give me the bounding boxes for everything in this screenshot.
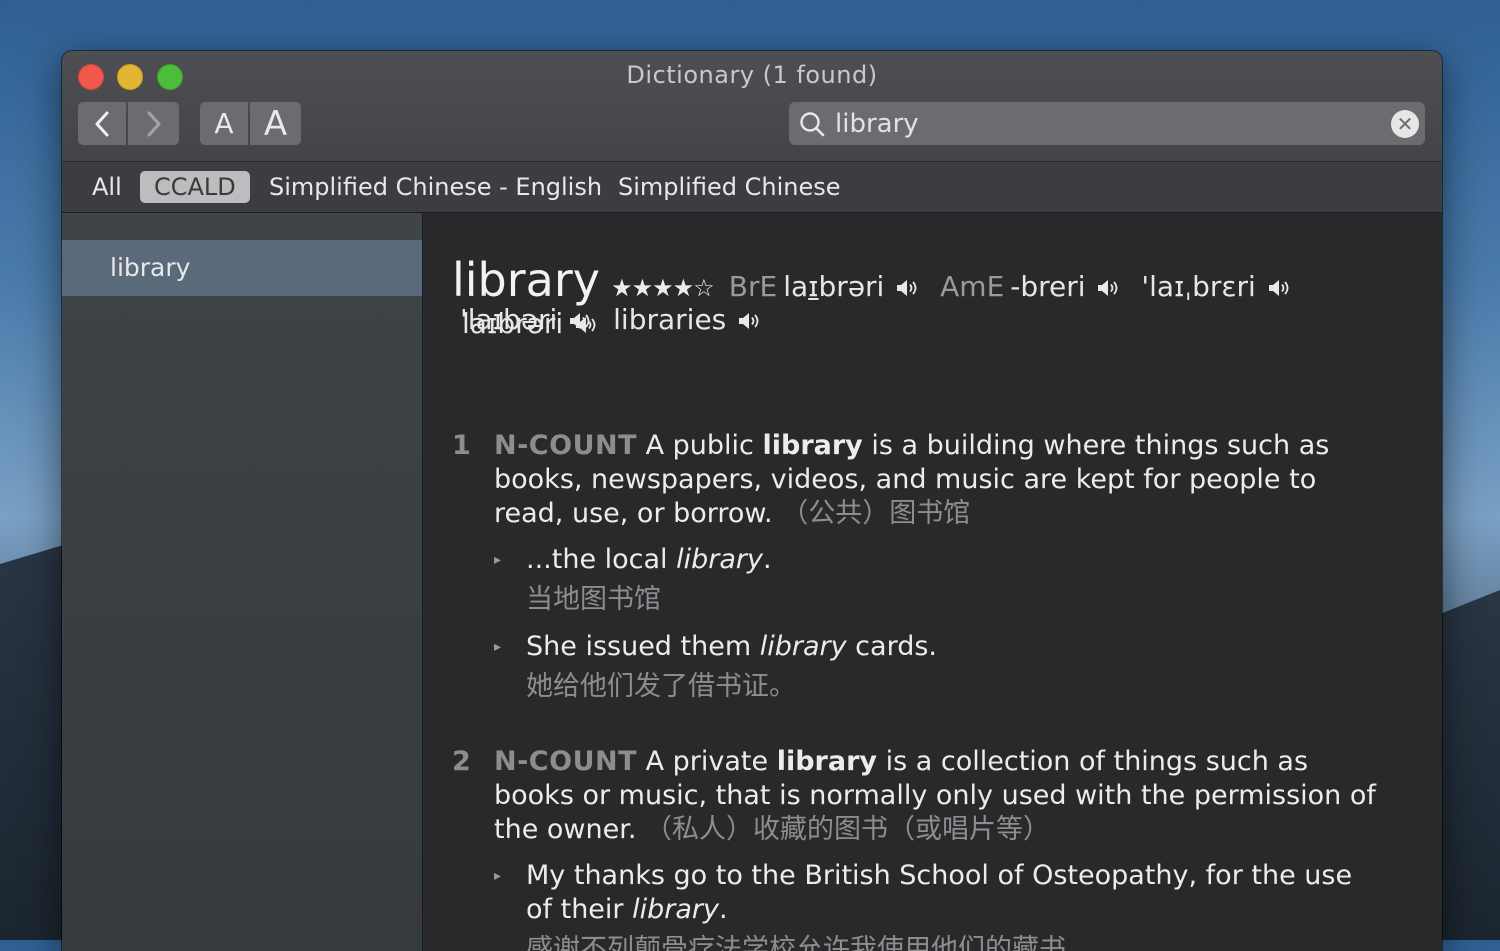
forward-button[interactable] [128,102,179,145]
definition-text: A private [645,746,777,777]
search-input[interactable] [835,102,1375,145]
example-part: . [763,544,772,575]
example-part: ...the local [526,544,677,575]
font-larger-button[interactable]: A [250,102,301,145]
speaker-icon[interactable] [1096,278,1122,298]
plural-form: libraries [613,303,763,336]
example-text: ...the local library. [526,543,1374,577]
speaker-icon[interactable] [895,278,921,298]
pronunciation-variant: 'laɪˌbrɛri [1141,270,1292,303]
tab-simplified-chinese[interactable]: Simplified Chinese [604,171,854,203]
sense-number: 2 [452,746,471,777]
window-title: Dictionary (1 found) [626,61,878,89]
dictionary-window: Dictionary (1 found) A A ✕ All CCALD Sim… [62,51,1442,951]
frequency-stars: ★★★★☆ [611,274,715,302]
pronunciation-ame: AmE -breri [940,270,1131,303]
example-part: She issued them [526,631,760,662]
speaker-icon[interactable] [568,311,594,331]
titlebar: Dictionary (1 found) A A ✕ [62,51,1442,162]
pronunciation-ipa-stress: ɪ [808,270,819,303]
definition-translation: （私人）收藏的图书（或唱片等） [645,814,1051,845]
pronunciation-ipa: 'laɪˌbrɛri [1141,270,1256,303]
headword: library [452,253,600,307]
chevron-right-icon [147,111,160,136]
tab-all[interactable]: All [78,171,136,203]
sidebar-item-label: library [110,253,191,282]
example-part: cards. [846,631,937,662]
pronunciation-label: AmE [940,270,1005,303]
dictionary-tab-bar: All CCALD Simplified Chinese - English S… [62,162,1442,213]
search-icon [800,112,825,137]
speaker-icon[interactable] [1267,278,1293,298]
sidebar-item-library[interactable]: library [62,240,422,296]
search-field[interactable]: ✕ [789,102,1425,145]
back-button[interactable] [78,102,126,145]
speaker-icon[interactable] [737,311,763,331]
pronunciation-variant: 'laɪbəri [460,303,603,336]
tab-ccald[interactable]: CCALD [140,171,250,203]
example-keyword: library [632,894,719,925]
clear-icon[interactable]: ✕ [1391,110,1419,138]
pronunciation-ipa-end: brəri [818,270,885,303]
example-keyword: library [676,544,764,575]
part-of-speech: N-COUNT [494,746,638,777]
example-1-1: ▸ ...the local library. 当地图书馆 [494,543,1374,617]
definition-text: A public [645,430,763,461]
example-translation: 当地图书馆 [526,584,661,615]
pronunciation-ipa: 'laɪbəri [460,303,558,336]
sense-1: 1 N-COUNT A public library is a building… [452,429,1392,531]
example-translation: 感谢不列颠骨疗法学校允许我使用他们的藏书。 [526,934,1093,951]
sense-definition: N-COUNT A public library is a building w… [494,429,1392,531]
plural-text: libraries [613,303,727,336]
chevron-left-icon [95,111,109,136]
example-translation: 她给他们发了借书证。 [526,671,796,702]
example-text: My thanks go to the British School of Os… [526,859,1374,927]
example-text: She issued them library cards. [526,630,1374,664]
font-smaller-button[interactable]: A [200,102,248,145]
pronunciation-ipa: -breri [1010,270,1086,303]
entry-content: library ★★★★☆ BrE laɪbrəri AmE -breri 'laɪ… [424,213,1442,951]
definition-translation: （公共）图书馆 [781,498,971,529]
sense-2: 2 N-COUNT A private library is a collect… [452,745,1392,847]
triangle-bullet-icon: ▸ [494,868,502,884]
example-2-1: ▸ My thanks go to the British School of … [494,859,1374,951]
example-1-2: ▸ She issued them library cards. 她给他们发了借… [494,630,1374,704]
tab-simplified-chinese-english[interactable]: Simplified Chinese - English [255,171,616,203]
triangle-bullet-icon: ▸ [494,639,502,655]
definition-keyword: library [762,430,863,461]
example-keyword: library [759,631,847,662]
entry-header-line2: 'laɪbəri libraries [460,303,763,336]
part-of-speech: N-COUNT [494,430,638,461]
pronunciation-bre: BrE laɪbrəri [729,270,930,303]
example-part: . [718,894,728,925]
definition-keyword: library [776,746,878,777]
pronunciation-label: BrE [728,270,778,303]
results-sidebar: library [62,213,423,951]
sense-definition: N-COUNT A private library is a collectio… [494,745,1392,847]
sense-number: 1 [452,430,471,461]
triangle-bullet-icon: ▸ [494,552,502,568]
pronunciation-ipa-start: la [783,270,809,303]
